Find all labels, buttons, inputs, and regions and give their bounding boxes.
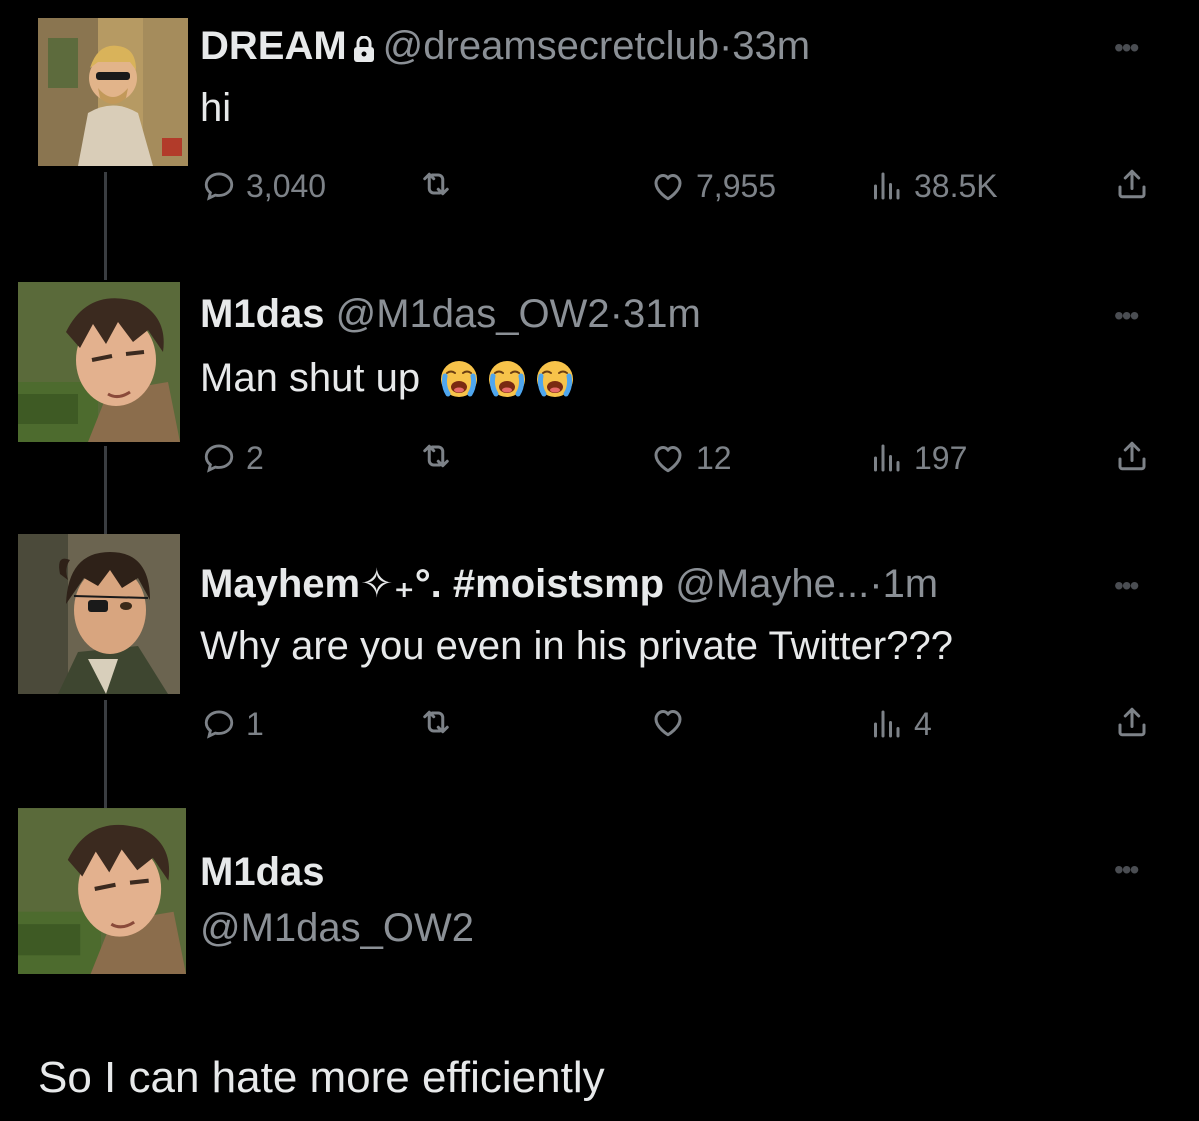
user-handle[interactable]: @M1das_OW2: [336, 292, 610, 336]
view-count: 4: [914, 706, 932, 742]
tweet-mayhem[interactable]: Mayhem✧₊°. #moistsmp @Mayhe...·1m ••• Wh…: [0, 530, 1199, 780]
share-icon: [1114, 166, 1150, 202]
reply-count: 2: [246, 440, 264, 476]
timestamp[interactable]: 31m: [623, 292, 701, 336]
like-icon: [650, 440, 686, 476]
like-count: 12: [696, 440, 732, 476]
like-button[interactable]: [650, 704, 696, 740]
view-count: 197: [914, 440, 968, 476]
share-button[interactable]: [1114, 438, 1160, 474]
more-icon[interactable]: •••: [1114, 856, 1139, 884]
tweet-text-content: Man shut up: [200, 356, 421, 400]
views-button[interactable]: 4: [868, 704, 932, 744]
crying-face-emoji: [439, 359, 479, 399]
like-count: 7,955: [696, 168, 777, 204]
like-button[interactable]: 12: [650, 438, 732, 478]
reply-button[interactable]: 1: [202, 704, 264, 744]
user-handle[interactable]: @dreamsecretclub: [383, 24, 719, 68]
view-count: 38.5K: [914, 168, 998, 204]
views-button[interactable]: 197: [868, 438, 967, 478]
tweet-text: hi: [200, 86, 232, 130]
retweet-button[interactable]: [418, 438, 464, 474]
like-icon: [650, 168, 686, 204]
separator-dot: ·: [609, 292, 623, 336]
tweet-header: M1das @M1das_OW2·31m: [200, 290, 701, 338]
retweet-button[interactable]: [418, 704, 464, 740]
timestamp[interactable]: 33m: [732, 24, 810, 68]
share-button[interactable]: [1114, 704, 1160, 740]
separator-dot: ·: [718, 24, 733, 68]
timestamp[interactable]: 1m: [883, 562, 939, 606]
views-button[interactable]: 38.5K: [868, 166, 998, 206]
tweet-actions: 1 4: [0, 704, 1199, 744]
user-handle[interactable]: @Mayhe...: [675, 562, 869, 606]
reply-button[interactable]: 2: [202, 438, 264, 478]
tweet-m1das[interactable]: M1das @M1das_OW2·31m ••• Man shut up 2 1…: [0, 270, 1199, 520]
views-icon: [868, 440, 904, 476]
retweet-icon: [418, 704, 454, 740]
like-button[interactable]: 7,955: [650, 166, 776, 206]
reply-text: So I can hate more efficiently: [38, 1053, 605, 1102]
lock-icon: [353, 36, 374, 62]
share-button[interactable]: [1114, 166, 1160, 202]
tweet-header: Mayhem✧₊°. #moistsmp @Mayhe...·1m: [200, 560, 938, 608]
tweet-actions: 2 12 197: [0, 438, 1199, 478]
display-name[interactable]: DREAM: [200, 24, 347, 68]
reply-icon: [202, 169, 236, 203]
avatar[interactable]: [18, 282, 180, 442]
like-icon: [650, 704, 686, 740]
display-name[interactable]: Mayhem✧₊°. #moistsmp: [200, 562, 664, 606]
retweet-icon: [418, 438, 454, 474]
views-icon: [868, 706, 904, 742]
avatar[interactable]: [18, 808, 186, 974]
user-handle[interactable]: @M1das_OW2: [200, 904, 474, 952]
views-icon: [868, 168, 904, 204]
tweet-actions: 3,040 7,955 38.5K: [0, 166, 1199, 206]
reply-count: 1: [246, 706, 264, 742]
more-icon[interactable]: •••: [1114, 34, 1139, 62]
avatar[interactable]: [38, 18, 188, 166]
tweet-text: Man shut up: [200, 354, 575, 402]
tweet-header: DREAM @dreamsecretclub·33m: [200, 22, 810, 70]
reply-icon: [202, 441, 236, 475]
share-icon: [1114, 704, 1150, 740]
display-name[interactable]: M1das: [200, 848, 325, 896]
reply-count: 3,040: [246, 168, 327, 204]
more-icon[interactable]: •••: [1114, 302, 1139, 330]
crying-face-emoji: [487, 359, 527, 399]
reply-icon: [202, 707, 236, 741]
tweet-dream[interactable]: DREAM @dreamsecretclub·33m ••• hi 3,040 7…: [0, 0, 1199, 250]
crying-face-emoji: [535, 359, 575, 399]
retweet-icon: [418, 166, 454, 202]
separator-dot: ·: [869, 562, 883, 606]
avatar[interactable]: [18, 534, 180, 694]
reply-button[interactable]: 3,040: [202, 166, 326, 206]
display-name[interactable]: M1das: [200, 292, 325, 336]
tweet-text: Why are you even in his private Twitter?…: [200, 624, 953, 668]
share-icon: [1114, 438, 1150, 474]
more-icon[interactable]: •••: [1114, 572, 1139, 600]
retweet-button[interactable]: [418, 166, 464, 202]
